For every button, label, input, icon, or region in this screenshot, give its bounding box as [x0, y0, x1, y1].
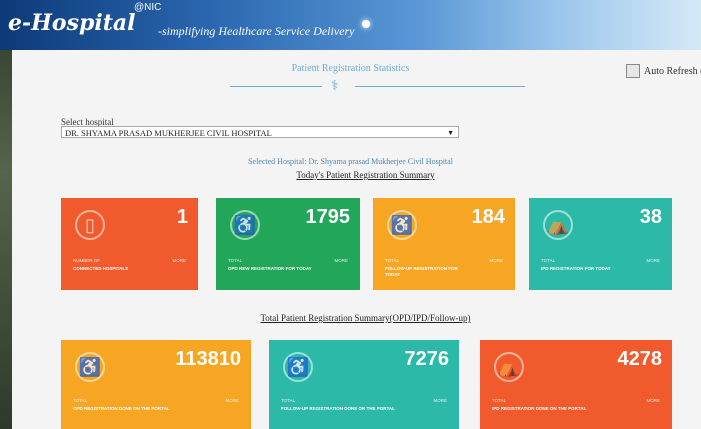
today-summary-title: Today's Patient Registration Summary [296, 170, 435, 180]
card-value: 38 [639, 206, 662, 228]
title-divider-right [355, 86, 525, 87]
card-desc: OPD NEW REGISTRATION FOR TODAY [228, 266, 312, 271]
card-label: TOTAL [541, 258, 556, 263]
card-label: TOTAL [228, 258, 243, 263]
hospital-select-value: DR. SHYAMA PRASAD MUKHERJEE CIVIL HOSPIT… [65, 128, 272, 138]
total-summary-title: Total Patient Registration Summary(OPD/I… [260, 313, 471, 323]
caduceus-icon: ⚕ [331, 79, 339, 94]
card-connected-hospitals[interactable]: ▯ 1 NUMBER OF MORE CONNECTED HOSPITALS [61, 198, 198, 290]
card-more-link[interactable]: MORE [647, 258, 661, 263]
bed-icon: ⛺ [543, 210, 573, 240]
wheelchair-icon: ♿ [283, 352, 313, 382]
card-value: 4278 [617, 348, 663, 370]
card-desc: FOLLOW-UP REGISTRATION DONE ON THE PORTA… [281, 406, 395, 411]
card-opd-total[interactable]: ♿ 113810 TOTAL MORE OPD REGISTRATION DON… [61, 340, 251, 429]
card-more-link[interactable]: MORE [226, 398, 240, 403]
title-divider-left [230, 86, 322, 87]
dropdown-arrow-icon[interactable]: ▼ [447, 127, 454, 139]
card-value: 1 [176, 206, 188, 228]
card-value: 184 [471, 206, 505, 228]
auto-refresh-toggle[interactable]: Auto Refresh (5 [626, 64, 701, 78]
card-desc: CONNECTED HOSPITALS [73, 266, 129, 271]
card-value: 113810 [175, 348, 241, 370]
card-label: TOTAL [281, 398, 296, 403]
card-ipd-total[interactable]: ⛺ 4278 TOTAL MORE IPD REGISTRATION DONE … [480, 340, 672, 429]
card-more-link[interactable]: MORE [173, 258, 187, 263]
auto-refresh-checkbox[interactable] [626, 64, 640, 78]
card-value: 1795 [305, 206, 351, 228]
brand-logo: e-Hospital [8, 10, 136, 36]
card-label: TOTAL [385, 258, 400, 263]
glow-dot-icon [362, 20, 370, 28]
nic-mark: @NIC [134, 2, 162, 13]
card-more-link[interactable]: MORE [335, 258, 349, 263]
card-desc: IPD REGISTRATION FOR TODAY [541, 266, 611, 271]
card-label: TOTAL [492, 398, 507, 403]
card-opd-new-today[interactable]: ♿ 1795 TOTAL MORE OPD NEW REGISTRATION F… [216, 198, 360, 290]
page-title: Patient Registration Statistics [291, 63, 410, 74]
card-desc: OPD REGISTRATION DONE ON THE PORTAL [73, 406, 170, 411]
card-more-link[interactable]: MORE [647, 398, 661, 403]
wheelchair-icon: ♿ [75, 352, 105, 382]
selected-hospital-text: Selected Hospital: Dr. Shyama prasad Muk… [248, 157, 453, 166]
hospital-icon: ▯ [75, 210, 105, 240]
bed-icon: ⛺ [494, 352, 524, 382]
card-label: TOTAL [73, 398, 88, 403]
card-ipd-today[interactable]: ⛺ 38 TOTAL MORE IPD REGISTRATION FOR TOD… [529, 198, 672, 290]
card-label: NUMBER OF [73, 258, 100, 263]
card-followup-today[interactable]: ♿ 184 TOTAL MORE FOLLOW-UP REGISTRATION … [373, 198, 515, 290]
auto-refresh-label: Auto Refresh (5 [644, 65, 701, 77]
card-followup-total[interactable]: ♿ 7276 TOTAL MORE FOLLOW-UP REGISTRATION… [269, 340, 459, 429]
tagline: -simplifying Healthcare Service Delivery [158, 24, 355, 38]
app-header: e-Hospital @NIC -simplifying Healthcare … [0, 0, 701, 50]
wheelchair-icon: ♿ [387, 210, 417, 240]
card-more-link[interactable]: MORE [490, 258, 504, 263]
card-desc: IPD REGISTRATION DONE ON THE PORTAL [492, 406, 587, 411]
card-desc: FOLLOW-UP REGISTRATION FOR TODAY [385, 266, 458, 277]
hospital-select[interactable]: DR. SHYAMA PRASAD MUKHERJEE CIVIL HOSPIT… [61, 126, 459, 138]
card-more-link[interactable]: MORE [434, 398, 448, 403]
wheelchair-icon: ♿ [230, 210, 260, 240]
card-value: 7276 [404, 348, 450, 370]
